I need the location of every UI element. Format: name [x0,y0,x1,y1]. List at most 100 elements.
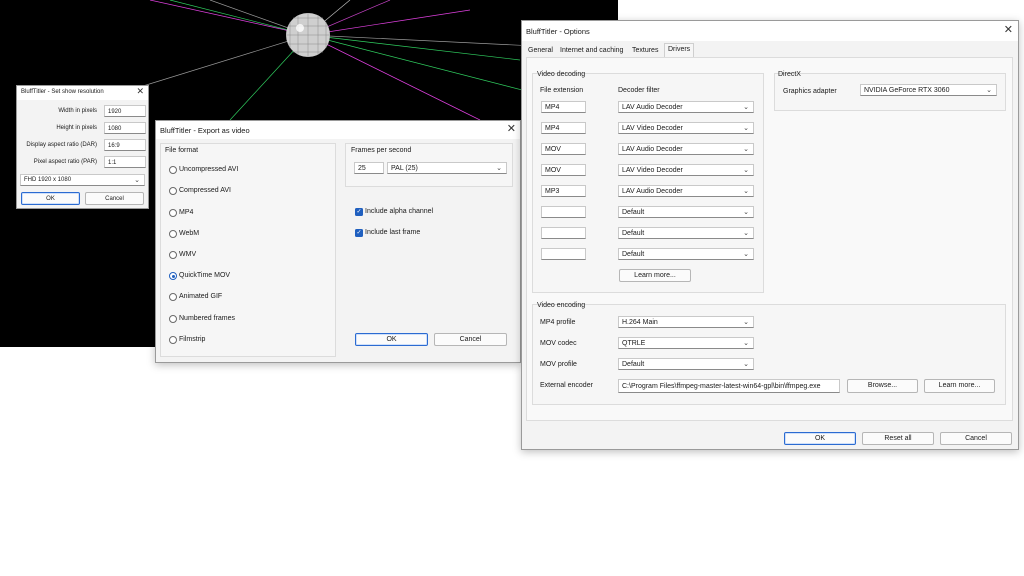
resolution-preset-select[interactable]: FHD 1920 x 1080 ⌄ [20,174,145,186]
mov-profile-label: MOV profile [540,361,577,368]
decoder-filter-value: Default [622,251,645,258]
file-format-group [160,143,336,357]
chevron-down-icon: ⌄ [743,209,749,216]
decoder-filter-select[interactable]: LAV Audio Decoder ⌄ [618,143,754,155]
radio-icon[interactable] [169,166,177,174]
radio-icon[interactable] [169,336,177,344]
close-icon[interactable]: ✕ [1004,25,1013,36]
graphics-adapter-select[interactable]: NVIDIA GeForce RTX 3060 ⌄ [860,84,997,96]
chevron-down-icon: ⌄ [743,319,749,326]
graphics-adapter-value: NVIDIA GeForce RTX 3060 [864,87,950,94]
checkmark-icon[interactable]: ✓ [355,229,363,237]
encoding-learn-more-button[interactable]: Learn more... [924,379,995,393]
file-extension-input[interactable]: MP3 [541,185,586,197]
file-extension-input[interactable]: MOV [541,143,586,155]
decoder-filter-value: Default [622,209,645,216]
decoder-filter-header: Decoder filter [618,87,660,94]
decoder-filter-select[interactable]: Default ⌄ [618,227,754,239]
dialog-title: BluffTitler - Export as video [160,126,250,135]
decoder-filter-select[interactable]: LAV Video Decoder ⌄ [618,122,754,134]
resolution-titlebar: BluffTitler - Set show resolution ✕ [17,86,148,100]
fps-preset-value: PAL (25) [391,165,418,172]
file-extension-input[interactable] [541,206,586,218]
radio-icon[interactable] [169,293,177,301]
format-option-label: WMV [179,251,197,258]
close-icon[interactable]: ✕ [507,124,516,135]
tab-drivers[interactable]: Drivers [664,43,695,58]
radio-icon[interactable] [169,209,177,217]
fps-input[interactable]: 25 [354,162,384,174]
format-option-label: Animated GIF [179,293,223,300]
decoder-filter-select[interactable]: Default ⌄ [618,206,754,218]
format-option-label: Uncompressed AVI [179,166,239,173]
radio-selected-icon[interactable] [169,272,177,280]
chevron-down-icon: ⌄ [743,104,749,111]
checkmark-icon[interactable]: ✓ [355,208,363,216]
decoder-filter-select[interactable]: Default ⌄ [618,248,754,260]
reset-all-button[interactable]: Reset all [862,432,934,445]
close-icon[interactable]: ✕ [136,87,144,96]
directx-label: DirectX [778,71,801,78]
dar-input[interactable]: 16:9 [104,139,146,151]
radio-icon[interactable] [169,315,177,323]
tab-internet-and-caching[interactable]: Internet and caching [557,45,626,57]
format-option-label: WebM [179,230,200,237]
radio-icon[interactable] [169,230,177,238]
mov-profile-select[interactable]: Default ⌄ [618,358,754,370]
export-titlebar: BluffTitler - Export as video ✕ [156,121,520,139]
external-encoder-label: External encoder [540,382,593,389]
format-option-label: Compressed AVI [179,187,232,194]
mp4-profile-label: MP4 profile [540,319,576,326]
video-encoding-label: Video encoding [537,302,586,309]
dar-label: Display aspect ratio (DAR) [26,142,97,148]
decoder-filter-value: LAV Audio Decoder [622,146,683,153]
chevron-down-icon: ⌄ [743,230,749,237]
chevron-down-icon: ⌄ [743,361,749,368]
width-input[interactable]: 1920 [104,105,146,117]
radio-icon[interactable] [169,187,177,195]
tab-textures[interactable]: Textures [629,45,661,57]
format-option-label: Numbered frames [179,315,236,322]
export-cancel-button[interactable]: Cancel [434,333,507,346]
mov-codec-label: MOV codec [540,340,577,347]
file-extension-input[interactable]: MP4 [541,101,586,113]
decoder-filter-value: Default [622,230,645,237]
file-extension-input[interactable] [541,248,586,260]
width-label: Width in pixels [58,108,97,114]
mp4-profile-select[interactable]: H.264 Main ⌄ [618,316,754,328]
format-option-label: MP4 [179,209,194,216]
chevron-down-icon: ⌄ [134,177,140,184]
include-alpha-label: Include alpha channel [365,208,434,215]
decoder-filter-value: LAV Audio Decoder [622,188,683,195]
external-encoder-input[interactable]: C:\Program Files\ffmpeg-master-latest-wi… [618,379,840,393]
chevron-down-icon: ⌄ [743,146,749,153]
decoder-filter-select[interactable]: LAV Audio Decoder ⌄ [618,101,754,113]
browse-button[interactable]: Browse... [847,379,918,393]
resolution-cancel-button[interactable]: Cancel [85,192,144,205]
options-dialog: BluffTitler - Options ✕ General Internet… [521,20,1019,450]
resolution-preset-value: FHD 1920 x 1080 [24,177,72,183]
tab-general[interactable]: General [525,45,556,57]
file-extension-input[interactable]: MP4 [541,122,586,134]
decoder-filter-value: LAV Audio Decoder [622,104,683,111]
mov-codec-select[interactable]: QTRLE ⌄ [618,337,754,349]
decoder-filter-select[interactable]: LAV Audio Decoder ⌄ [618,185,754,197]
par-input[interactable]: 1:1 [104,156,146,168]
file-format-label: File format [165,147,199,154]
chevron-down-icon: ⌄ [743,188,749,195]
height-label: Height in pixels [56,125,97,131]
export-ok-button[interactable]: OK [355,333,428,346]
file-extension-input[interactable]: MOV [541,164,586,176]
fps-preset-select[interactable]: PAL (25) ⌄ [387,162,507,174]
format-option-label: QuickTime MOV [179,272,231,279]
options-cancel-button[interactable]: Cancel [940,432,1012,445]
radio-icon[interactable] [169,251,177,259]
graphics-adapter-label: Graphics adapter [783,88,837,95]
height-input[interactable]: 1080 [104,122,146,134]
decoder-filter-select[interactable]: LAV Video Decoder ⌄ [618,164,754,176]
options-ok-button[interactable]: OK [784,432,856,445]
decoding-learn-more-button[interactable]: Learn more... [619,269,691,282]
fps-label: Frames per second [351,147,412,154]
resolution-ok-button[interactable]: OK [21,192,80,205]
file-extension-input[interactable] [541,227,586,239]
